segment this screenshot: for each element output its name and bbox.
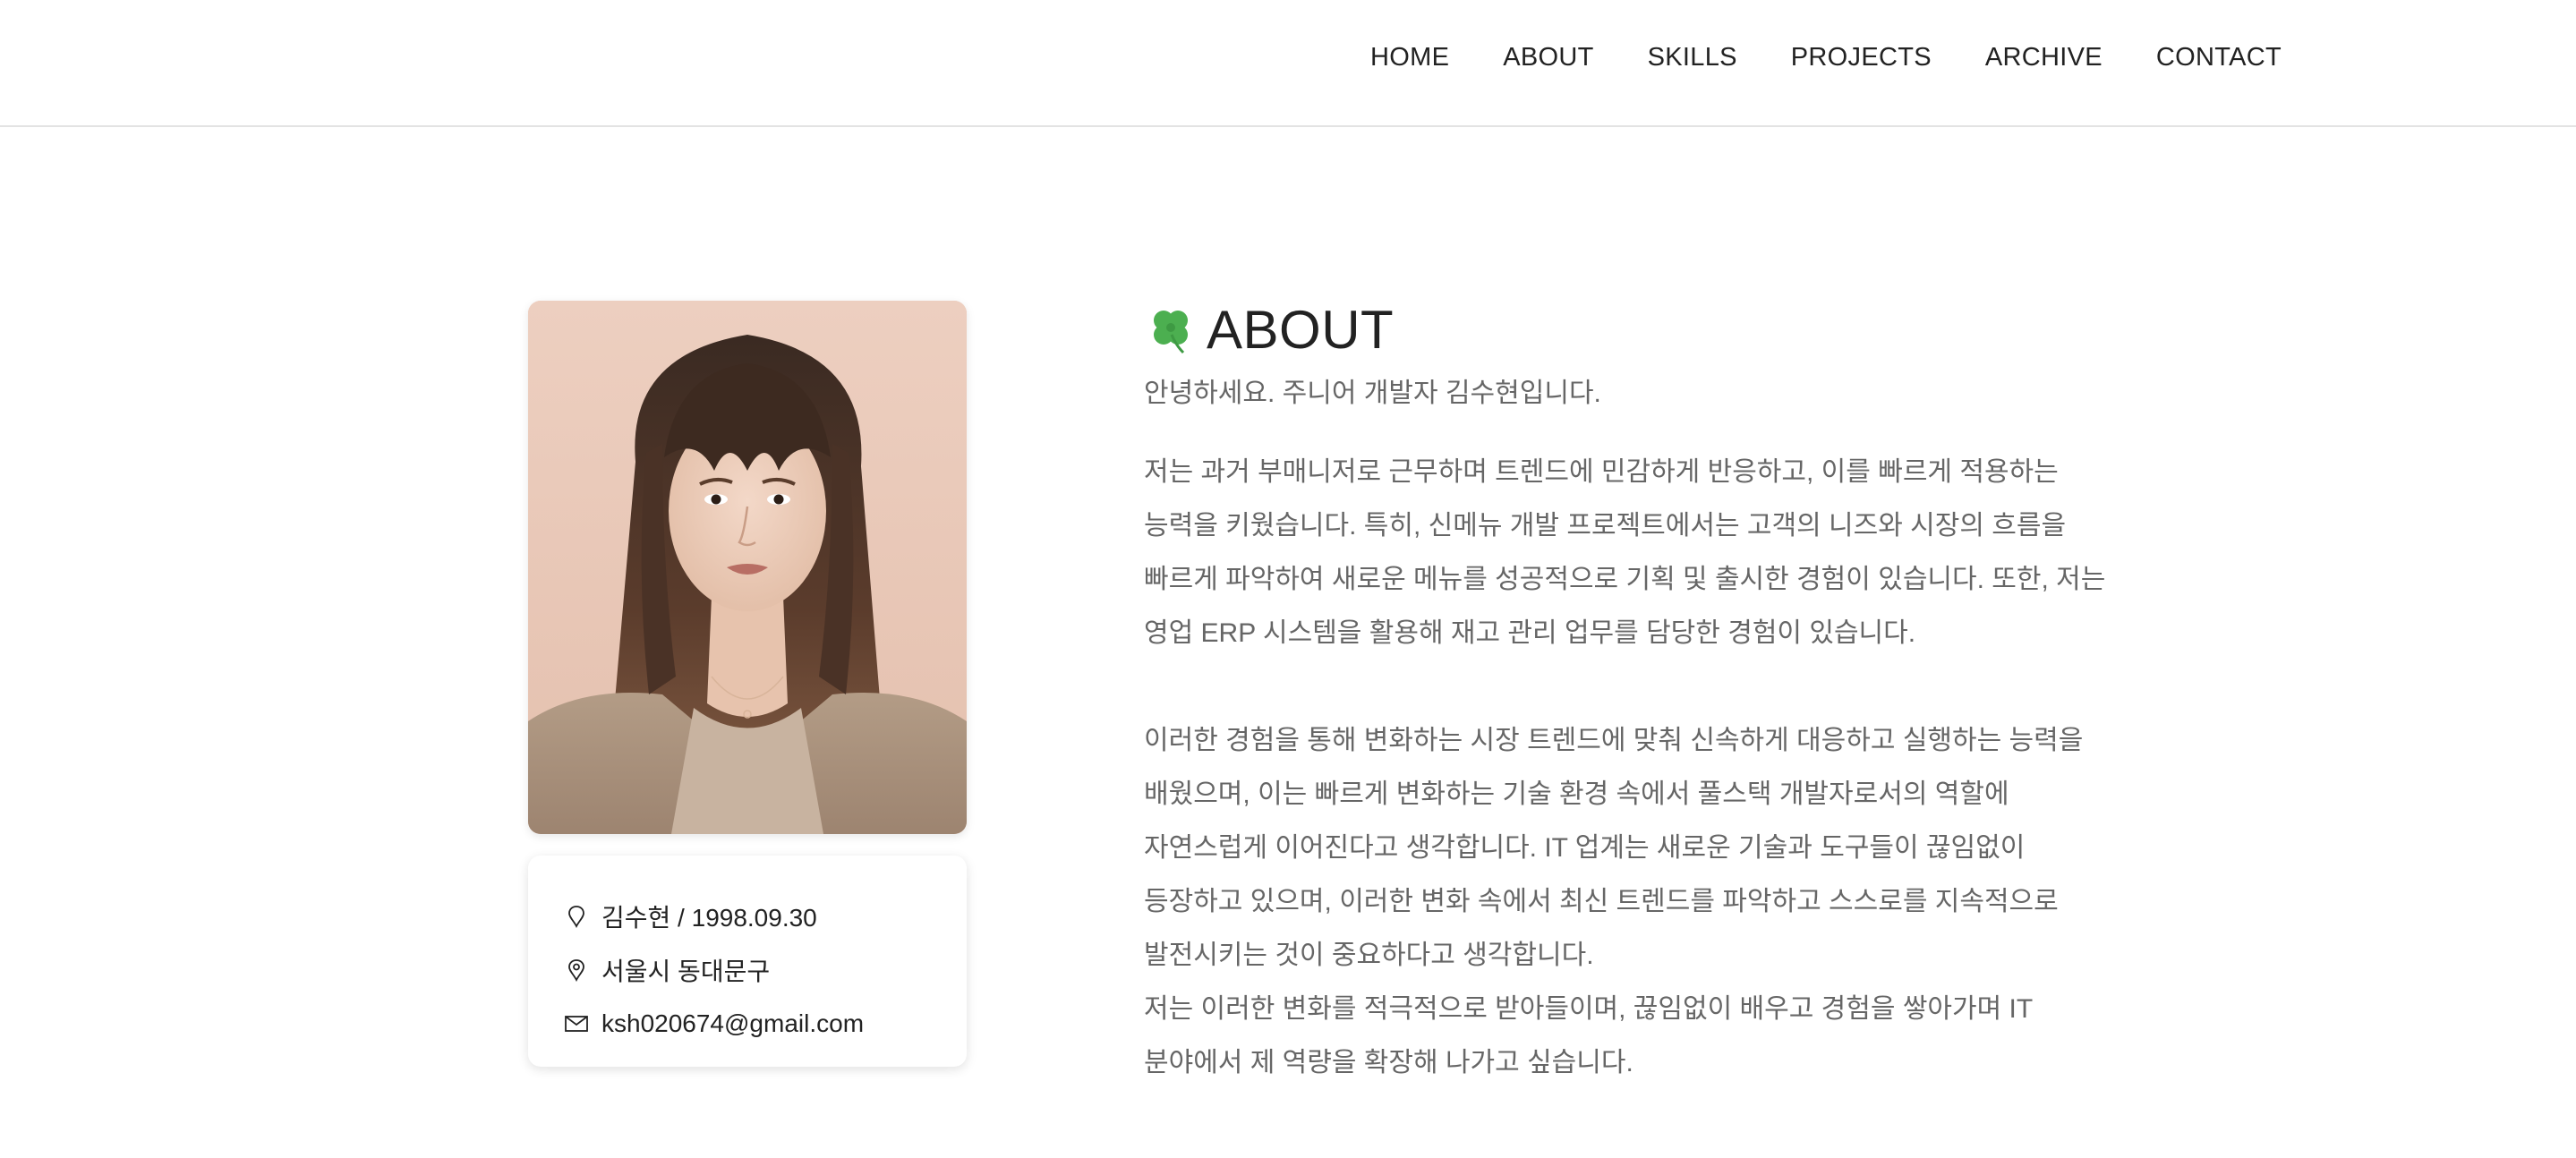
location-text: 서울시 동대문구 <box>601 958 771 985</box>
profile-photo <box>528 301 967 834</box>
about-intro: 안녕하세요. 주니어 개발자 김수현입니다. <box>1144 379 1601 408</box>
pin-icon <box>564 904 589 929</box>
info-row-name: 김수현 / 1998.09.30 <box>564 890 967 943</box>
portrait-illustration <box>528 301 967 834</box>
clover-icon <box>1144 302 1198 356</box>
profile-info-card: 김수현 / 1998.09.30 서울시 동대문구 ksh020674@gmai… <box>528 856 967 1067</box>
about-heading: ABOUT <box>1144 295 2120 363</box>
about-paragraph-3: 저는 이러한 변화를 적극적으로 받아들이며, 끊임없이 배우고 경험을 쌓아가… <box>1144 994 2033 1077</box>
nav-about[interactable]: ABOUT <box>1503 43 1593 72</box>
site-header: HOME ABOUT SKILLS PROJECTS ARCHIVE CONTA… <box>0 0 2576 127</box>
about-section: ABOUT 안녕하세요. 주니어 개발자 김수현입니다. 저는 과거 부매니저로… <box>1144 295 2120 1117</box>
about-paragraph-1: 저는 과거 부매니저로 근무하며 트렌드에 민감하게 반응하고, 이를 빠르게 … <box>1144 457 2106 648</box>
about-paragraph-2: 이러한 경험을 통해 변화하는 시장 트렌드에 맞춰 신속하게 대응하고 실행하… <box>1144 726 2084 970</box>
nav-projects[interactable]: PROJECTS <box>1791 43 1932 72</box>
nav-home[interactable]: HOME <box>1370 43 1449 72</box>
about-title: ABOUT <box>1207 299 1395 360</box>
nav-archive[interactable]: ARCHIVE <box>1985 43 2103 72</box>
email-text[interactable]: ksh020674@gmail.com <box>601 1009 864 1038</box>
info-row-location: 서울시 동대문구 <box>564 943 967 997</box>
info-row-email: ksh020674@gmail.com <box>564 997 967 1051</box>
name-birthdate: 김수현 / 1998.09.30 <box>601 904 817 932</box>
mail-icon <box>564 1011 589 1036</box>
nav-skills[interactable]: SKILLS <box>1648 43 1737 72</box>
location-icon <box>564 958 589 983</box>
main-nav: HOME ABOUT SKILLS PROJECTS ARCHIVE CONTA… <box>1370 43 2282 72</box>
nav-contact[interactable]: CONTACT <box>2156 43 2282 72</box>
